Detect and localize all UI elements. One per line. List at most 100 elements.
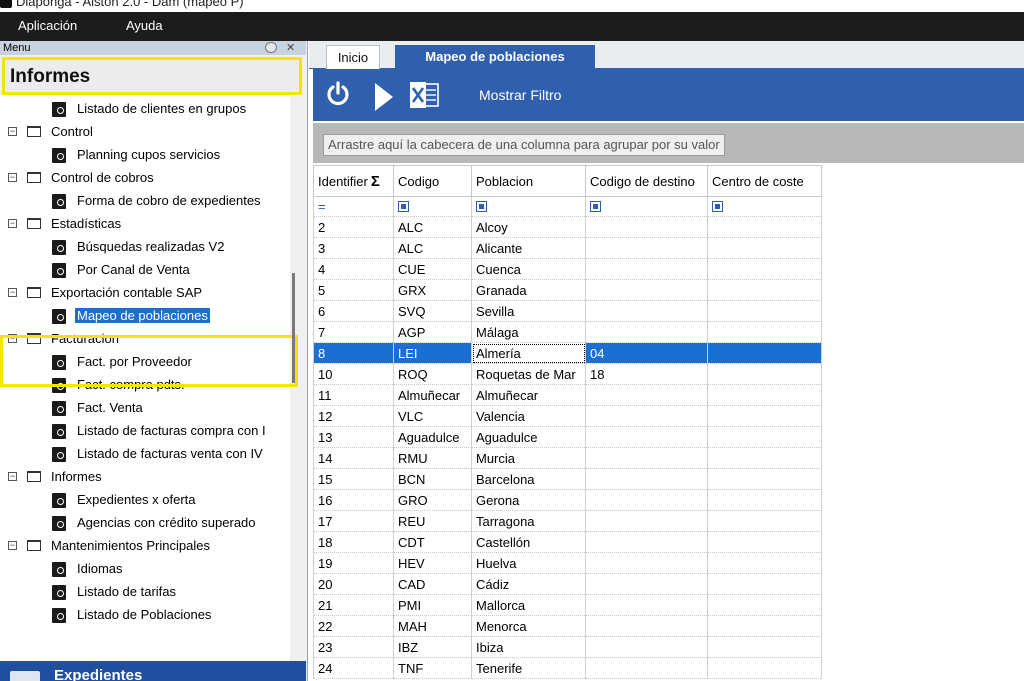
table-cell[interactable]: 7 bbox=[313, 321, 394, 343]
table-cell[interactable]: 8 bbox=[313, 342, 394, 364]
table-cell[interactable]: 21 bbox=[313, 594, 394, 616]
table-cell[interactable]: TNF bbox=[393, 657, 472, 679]
table-cell[interactable] bbox=[585, 258, 708, 280]
tree-item[interactable]: Búsquedas realizadas V2 bbox=[0, 236, 290, 258]
table-cell[interactable] bbox=[707, 657, 822, 679]
filter-icon[interactable] bbox=[590, 201, 601, 212]
table-cell[interactable] bbox=[707, 468, 822, 490]
tree-group[interactable]: − Estadísticas bbox=[0, 213, 290, 235]
table-cell[interactable] bbox=[707, 510, 822, 532]
table-row[interactable]: 15 BCN Barcelona bbox=[313, 468, 822, 490]
table-cell[interactable]: 12 bbox=[313, 405, 394, 427]
tree-item[interactable]: Listado de clientes en grupos bbox=[0, 98, 290, 120]
table-cell[interactable] bbox=[707, 636, 822, 658]
table-cell[interactable] bbox=[585, 510, 708, 532]
table-row[interactable]: 4 CUE Cuenca bbox=[313, 258, 822, 280]
table-cell[interactable]: 23 bbox=[313, 636, 394, 658]
table-cell[interactable] bbox=[585, 552, 708, 574]
table-cell[interactable]: 14 bbox=[313, 447, 394, 469]
table-cell[interactable] bbox=[585, 321, 708, 343]
table-cell[interactable]: HEV bbox=[393, 552, 472, 574]
table-cell[interactable] bbox=[585, 279, 708, 301]
table-cell[interactable] bbox=[585, 531, 708, 553]
table-row[interactable]: 8 LEI Almería 04 bbox=[313, 342, 822, 364]
table-cell[interactable]: Almuñecar bbox=[471, 384, 586, 406]
filter-cell[interactable] bbox=[585, 196, 708, 217]
table-cell[interactable]: Alicante bbox=[471, 237, 586, 259]
table-cell[interactable]: Aguadulce bbox=[471, 426, 586, 448]
filter-cell[interactable] bbox=[707, 196, 822, 217]
tree-item[interactable]: Agencias con crédito superado bbox=[0, 512, 290, 534]
filter-operator[interactable]: = bbox=[318, 199, 326, 214]
table-cell[interactable] bbox=[707, 216, 822, 238]
table-cell[interactable]: 24 bbox=[313, 657, 394, 679]
table-cell[interactable] bbox=[707, 573, 822, 595]
play-icon[interactable] bbox=[375, 83, 393, 111]
tree-item[interactable]: Fact. compra pdts. bbox=[0, 374, 290, 396]
table-cell[interactable] bbox=[707, 237, 822, 259]
table-cell[interactable]: Málaga bbox=[471, 321, 586, 343]
table-cell[interactable]: LEI bbox=[393, 342, 472, 364]
table-cell[interactable]: Granada bbox=[471, 279, 586, 301]
table-row[interactable]: 14 RMU Murcia bbox=[313, 447, 822, 469]
tree-group[interactable]: − Facturacion bbox=[0, 328, 290, 350]
tree-group[interactable]: − Exportación contable SAP bbox=[0, 282, 290, 304]
table-cell[interactable] bbox=[707, 594, 822, 616]
table-cell[interactable]: GRX bbox=[393, 279, 472, 301]
table-row[interactable]: 11 Almuñecar Almuñecar bbox=[313, 384, 822, 406]
table-cell[interactable] bbox=[707, 489, 822, 511]
table-cell[interactable]: CDT bbox=[393, 531, 472, 553]
table-cell[interactable]: 18 bbox=[585, 363, 708, 385]
table-cell[interactable] bbox=[707, 258, 822, 280]
column-header-centro-coste[interactable]: Centro de coste bbox=[707, 165, 822, 197]
table-row[interactable]: 20 CAD Cádiz bbox=[313, 573, 822, 595]
table-cell[interactable] bbox=[707, 405, 822, 427]
table-row[interactable]: 13 Aguadulce Aguadulce bbox=[313, 426, 822, 448]
table-cell[interactable] bbox=[585, 468, 708, 490]
table-cell[interactable]: Alcoy bbox=[471, 216, 586, 238]
table-cell[interactable]: 17 bbox=[313, 510, 394, 532]
table-cell[interactable] bbox=[585, 657, 708, 679]
table-cell[interactable]: Cuenca bbox=[471, 258, 586, 280]
table-cell[interactable]: 18 bbox=[313, 531, 394, 553]
table-cell[interactable]: Mallorca bbox=[471, 594, 586, 616]
power-icon[interactable] bbox=[325, 81, 351, 107]
tree-item[interactable]: Fact. por Proveedor bbox=[0, 351, 290, 373]
table-cell[interactable] bbox=[585, 594, 708, 616]
table-cell[interactable]: 6 bbox=[313, 300, 394, 322]
table-cell[interactable]: 4 bbox=[313, 258, 394, 280]
table-cell[interactable] bbox=[707, 384, 822, 406]
collapse-icon[interactable]: − bbox=[8, 219, 17, 228]
table-row[interactable]: 2 ALC Alcoy bbox=[313, 216, 822, 238]
table-row[interactable]: 5 GRX Granada bbox=[313, 279, 822, 301]
table-cell[interactable]: Gerona bbox=[471, 489, 586, 511]
group-by-area[interactable]: Arrastre aquí la cabecera de una columna… bbox=[313, 123, 1024, 163]
collapse-icon[interactable]: − bbox=[8, 127, 17, 136]
tree-item[interactable]: Listado de Poblaciones bbox=[0, 604, 290, 626]
table-cell[interactable] bbox=[707, 342, 822, 364]
menu-ayuda[interactable]: Ayuda bbox=[126, 18, 163, 33]
tree-group[interactable]: − Control de cobros bbox=[0, 167, 290, 189]
table-row[interactable]: 7 AGP Málaga bbox=[313, 321, 822, 343]
table-cell[interactable]: Almería bbox=[471, 342, 586, 364]
table-row[interactable]: 17 REU Tarragona bbox=[313, 510, 822, 532]
table-cell[interactable] bbox=[707, 279, 822, 301]
table-cell[interactable]: Almuñecar bbox=[393, 384, 472, 406]
table-cell[interactable] bbox=[707, 447, 822, 469]
collapse-icon[interactable]: − bbox=[8, 288, 17, 297]
table-cell[interactable]: Tenerife bbox=[471, 657, 586, 679]
table-cell[interactable]: Cádiz bbox=[471, 573, 586, 595]
tab-mapeo-poblaciones[interactable]: Mapeo de poblaciones bbox=[395, 45, 595, 69]
table-cell[interactable]: Valencia bbox=[471, 405, 586, 427]
tree-group[interactable]: − Mantenimientos Principales bbox=[0, 535, 290, 557]
expedientes-section[interactable]: Expedientes bbox=[0, 661, 306, 681]
table-cell[interactable] bbox=[707, 321, 822, 343]
table-cell[interactable]: ROQ bbox=[393, 363, 472, 385]
table-row[interactable]: 16 GRO Gerona bbox=[313, 489, 822, 511]
table-cell[interactable] bbox=[707, 363, 822, 385]
table-cell[interactable]: CAD bbox=[393, 573, 472, 595]
tree-item[interactable]: Listado de tarifas bbox=[0, 581, 290, 603]
filter-cell[interactable]: = bbox=[313, 196, 394, 217]
table-cell[interactable] bbox=[585, 573, 708, 595]
collapse-icon[interactable]: − bbox=[8, 541, 17, 550]
